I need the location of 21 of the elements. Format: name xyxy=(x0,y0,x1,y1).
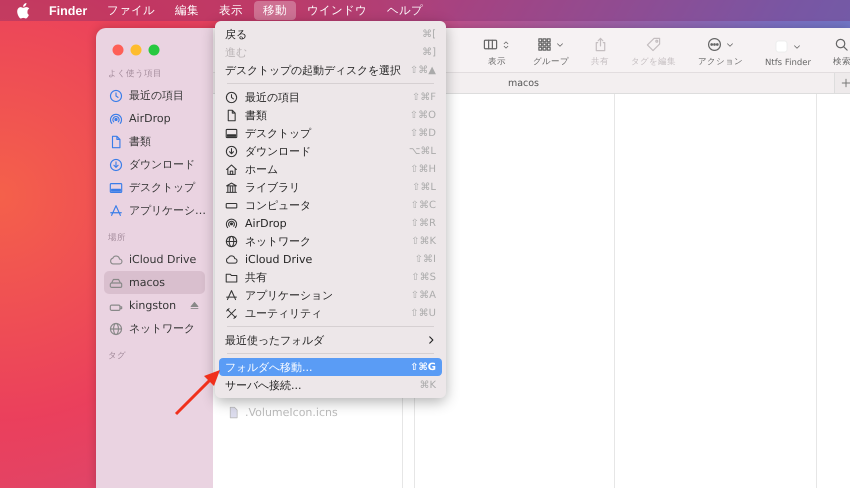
keyboard-shortcut: ⇧⌘R xyxy=(410,218,436,228)
keyboard-shortcut: ⇧⌘L xyxy=(412,182,436,192)
sidebar-heading: よく使う項目 xyxy=(108,68,163,80)
keyboard-shortcut: ⇧⌘O xyxy=(410,110,436,120)
keyboard-shortcut: ⌘[ xyxy=(422,28,436,40)
keyboard-shortcut: ⇧⌘H xyxy=(410,164,436,174)
keyboard-shortcut: ⇧⌘G xyxy=(410,362,436,372)
keyboard-shortcut: ⌘] xyxy=(422,46,436,58)
sidebar-heading: 場所 xyxy=(108,232,127,244)
keyboard-shortcut: ⇧⌘U xyxy=(410,308,436,318)
keyboard-shortcut: ⇧⌘D xyxy=(410,128,436,138)
keyboard-shortcut: ⇧⌘K xyxy=(411,236,436,246)
keyboard-shortcut: ⇧⌘S xyxy=(411,272,436,282)
sidebar-heading: タグ xyxy=(108,350,127,362)
keyboard-shortcut: ⇧⌘I xyxy=(414,254,436,264)
keyboard-shortcut: ⌘K xyxy=(419,380,436,390)
keyboard-shortcut: ⇧⌘F xyxy=(412,92,436,102)
keyboard-shortcut: ⇧⌘A xyxy=(410,290,436,300)
keyboard-shortcut: ⇧⌘C xyxy=(410,200,436,210)
keyboard-shortcut: ⌥⌘L xyxy=(408,146,436,156)
keyboard-shortcut: ⇧⌘▲ xyxy=(410,64,436,76)
